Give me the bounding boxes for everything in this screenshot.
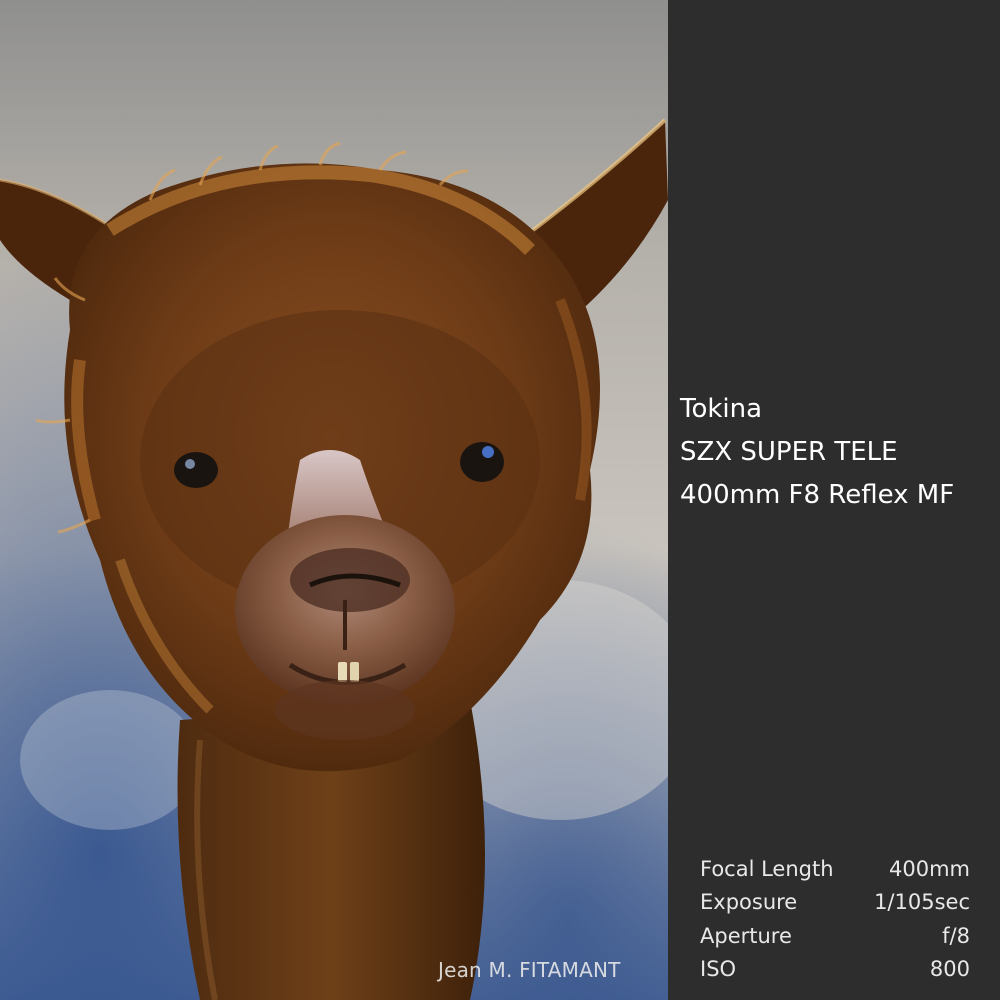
- exif-label: Exposure: [700, 890, 798, 915]
- exif-label: Aperture: [700, 923, 792, 948]
- exif-value: f/8: [942, 923, 970, 948]
- exif-value: 1/105sec: [874, 890, 970, 915]
- exif-value: 800: [929, 957, 970, 982]
- exif-row-focal-length: Focal Length 400mm: [700, 852, 970, 886]
- exif-value: 400mm: [889, 856, 970, 881]
- alpaca-photo: [0, 0, 668, 1000]
- lens-info: Tokina SZX SUPER TELE 400mm F8 Reflex MF: [680, 388, 954, 517]
- exif-label: Focal Length: [700, 856, 834, 881]
- photo-credit: Jean M. FITAMANT: [438, 958, 621, 982]
- info-panel: Tokina SZX SUPER TELE 400mm F8 Reflex MF…: [668, 0, 1000, 1000]
- exif-row-exposure: Exposure 1/105sec: [700, 886, 970, 920]
- exif-row-aperture: Aperture f/8: [700, 919, 970, 953]
- exif-row-iso: ISO 800: [700, 953, 970, 987]
- alpaca-illustration: [0, 0, 668, 1000]
- exif-label: ISO: [700, 957, 737, 982]
- lens-spec: 400mm F8 Reflex MF: [680, 480, 955, 510]
- lens-brand: Tokina: [680, 394, 763, 424]
- lens-model: SZX SUPER TELE: [680, 437, 898, 467]
- exif-table: Focal Length 400mm Exposure 1/105sec Ape…: [700, 852, 970, 986]
